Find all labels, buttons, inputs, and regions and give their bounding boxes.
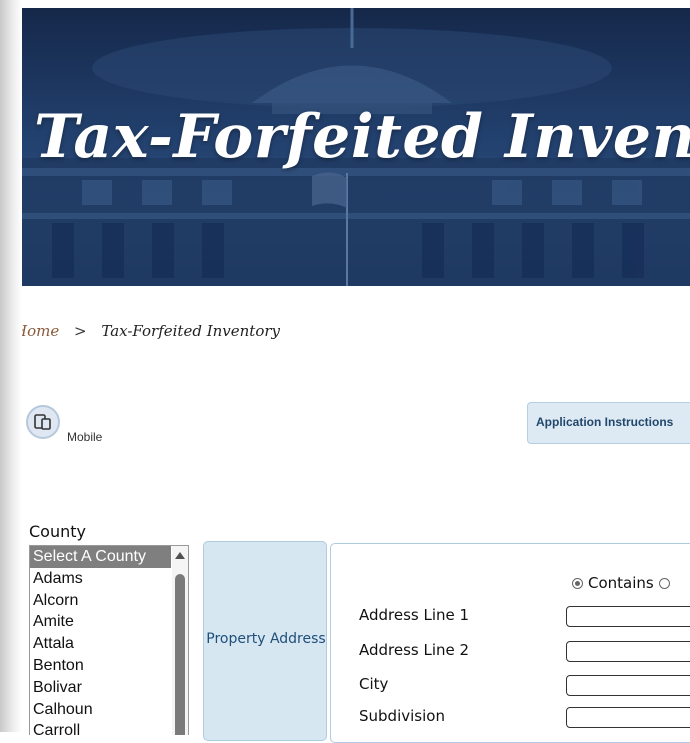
county-option[interactable]: Bolivar (30, 677, 188, 699)
mobile-devices-icon (34, 414, 51, 430)
application-instructions-button[interactable]: Application Instructions (527, 402, 690, 444)
city-input[interactable] (566, 675, 690, 696)
address-line-2-input[interactable] (566, 641, 690, 662)
scroll-thumb[interactable] (175, 574, 185, 735)
subdivision-input[interactable] (566, 707, 690, 728)
alternate-match-radio[interactable] (658, 577, 670, 589)
county-option[interactable]: Adams (30, 568, 188, 590)
county-option[interactable]: Attala (30, 633, 188, 655)
tab-property-address[interactable]: Property Address (203, 541, 327, 741)
county-option[interactable]: Carroll (30, 720, 188, 735)
breadcrumb-separator: > (74, 322, 87, 340)
county-option[interactable]: Select A County (30, 546, 171, 568)
address-line-1-input[interactable] (566, 606, 690, 627)
county-label: County (29, 522, 86, 541)
header-banner: Tax-Forfeited Inventory (22, 8, 690, 286)
county-list-scrollbar[interactable] (172, 546, 188, 735)
breadcrumb-current: Tax-Forfeited Inventory (101, 322, 280, 340)
city-label: City (359, 675, 389, 693)
county-option[interactable]: Amite (30, 611, 188, 633)
match-mode-radio-group: Contains (572, 574, 675, 592)
page-banner-title: Tax-Forfeited Inventory (34, 102, 690, 172)
address-line-1-label: Address Line 1 (359, 606, 470, 624)
scroll-up-arrow-icon[interactable] (175, 552, 185, 559)
window-edge-shadow (0, 0, 22, 732)
mobile-label[interactable]: Mobile (67, 430, 102, 444)
county-option[interactable]: Benton (30, 655, 188, 677)
breadcrumb: Home > Tax-Forfeited Inventory (14, 322, 280, 340)
county-option[interactable]: Alcorn (30, 590, 188, 612)
contains-radio-label[interactable]: Contains (588, 574, 654, 592)
contains-radio[interactable] (572, 577, 583, 589)
address-line-2-label: Address Line 2 (359, 641, 470, 659)
tab-property-address-label: Property Address (206, 631, 326, 647)
mobile-view-button[interactable] (26, 405, 60, 439)
county-option[interactable]: Calhoun (30, 699, 188, 721)
county-select-list[interactable]: Select A County Adams Alcorn Amite Attal… (29, 545, 189, 735)
subdivision-label: Subdivision (359, 707, 445, 725)
